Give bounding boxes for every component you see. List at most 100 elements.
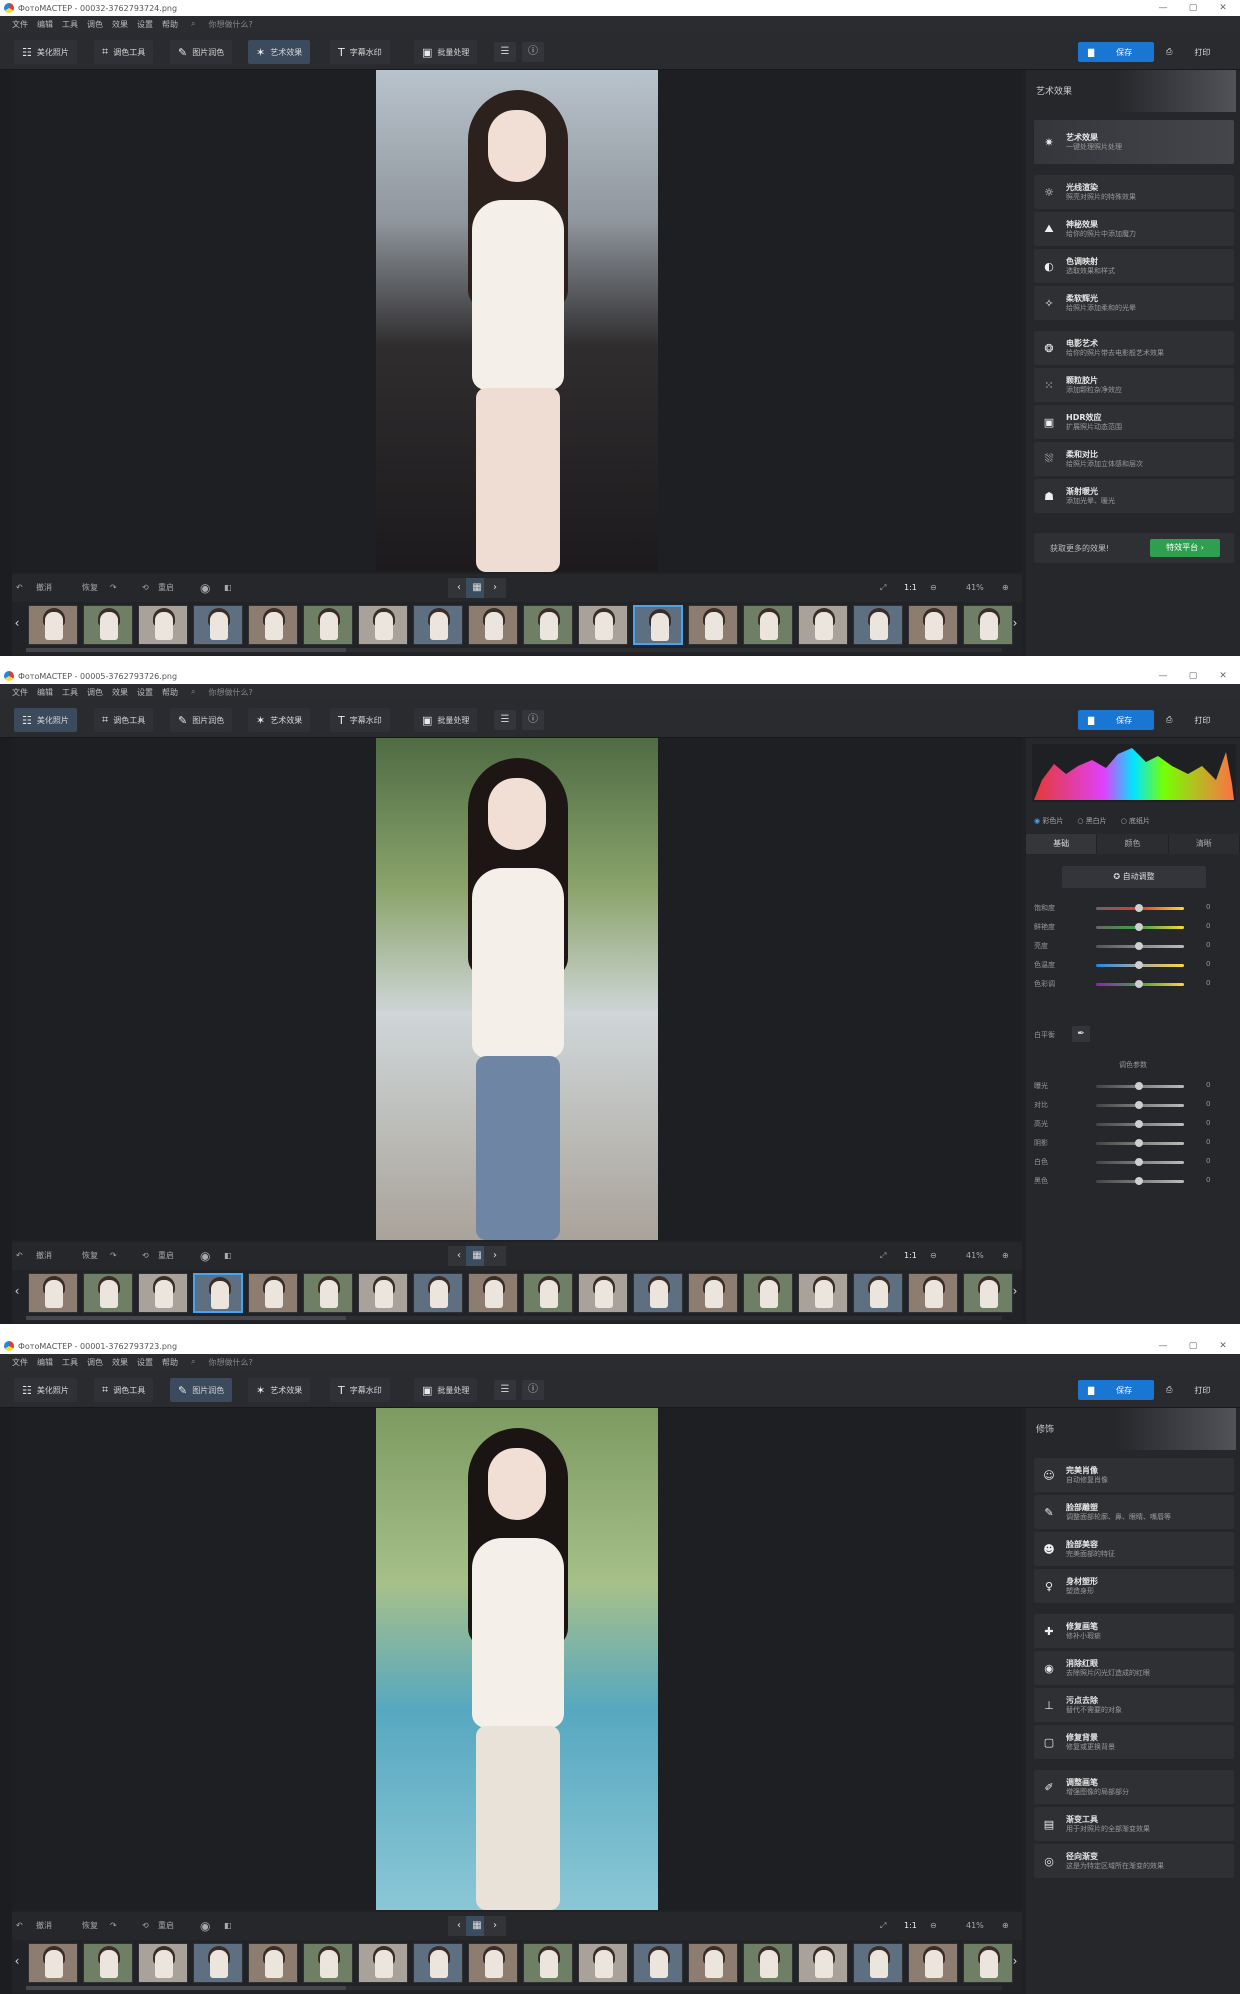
filmstrip-thumbnail[interactable]: [963, 1273, 1013, 1313]
filmstrip-left-arrow[interactable]: ‹: [12, 1284, 22, 1298]
batch-settings-icon[interactable]: ☰: [494, 710, 516, 730]
undo-icon[interactable]: ↶: [16, 581, 23, 595]
adjust-slider[interactable]: 鲜艳度 0: [1034, 921, 1234, 933]
filmstrip-thumbnail[interactable]: [193, 605, 243, 645]
maximize-icon[interactable]: ▢: [1178, 0, 1208, 16]
zoom-in-icon[interactable]: ⊕: [1002, 1919, 1009, 1933]
filmstrip-thumbnail[interactable]: [28, 1273, 78, 1313]
next-photo-button[interactable]: ›: [484, 1246, 506, 1266]
filmstrip-thumbnail[interactable]: [688, 1273, 738, 1313]
fit-screen-icon[interactable]: ⤢: [880, 581, 886, 595]
zoom-out-icon[interactable]: ⊖: [930, 1919, 937, 1933]
close-icon[interactable]: ✕: [1208, 1338, 1238, 1354]
menu-item[interactable]: 文件: [12, 19, 28, 30]
adjust-slider[interactable]: 饱和度 0: [1034, 902, 1234, 914]
filmstrip-thumbnail[interactable]: [303, 1943, 353, 1983]
adjust-slider[interactable]: 高光 0: [1034, 1118, 1234, 1130]
image-canvas[interactable]: [12, 70, 1022, 572]
filmstrip-thumbnail[interactable]: [468, 605, 518, 645]
filmstrip-thumbnail[interactable]: [358, 1943, 408, 1983]
filmstrip-thumbnail[interactable]: [468, 1273, 518, 1313]
panel-tool-item[interactable]: ❂ 电影艺术 给你的照片带去电影般艺术效果: [1034, 331, 1234, 365]
tab-magic-wand[interactable]: ✶ 艺术效果: [248, 40, 311, 64]
slider-knob[interactable]: [1135, 923, 1143, 931]
filmstrip-left-arrow[interactable]: ‹: [12, 1954, 22, 1968]
preview-eye-icon[interactable]: ◉: [200, 1249, 210, 1263]
filmstrip-thumbnail[interactable]: [908, 1273, 958, 1313]
filmstrip-thumbnail[interactable]: [138, 605, 188, 645]
filmstrip-thumbnail[interactable]: [413, 605, 463, 645]
filmstrip-left-arrow[interactable]: ‹: [12, 616, 22, 630]
panel-tool-item[interactable]: ✎ 脸部雕塑 调整面部轮廓、鼻、眼睛、嘴唇等: [1034, 1495, 1234, 1529]
scroll-thumb[interactable]: [26, 1316, 346, 1320]
slider-knob[interactable]: [1135, 1082, 1143, 1090]
menu-item[interactable]: 编辑: [37, 19, 53, 30]
undo-label[interactable]: 撤消: [36, 581, 52, 595]
search-input[interactable]: 你想做什么?: [208, 1357, 252, 1368]
adjust-slider[interactable]: 色温度 0: [1034, 959, 1234, 971]
filmstrip-scrollbar[interactable]: [26, 1316, 1002, 1320]
panel-tool-item[interactable]: ◎ 径向渐变 这是为特定区域所在渐变的效果: [1034, 1844, 1234, 1878]
menu-item[interactable]: 调色: [87, 1357, 103, 1368]
panel-tool-item[interactable]: ✷ 艺术效果 一键处理照片处理: [1034, 120, 1234, 164]
adjust-slider[interactable]: 色彩调 0: [1034, 978, 1234, 990]
print-button[interactable]: ⎙ 打印: [1160, 1380, 1234, 1400]
zoom-value[interactable]: 41%: [966, 581, 984, 595]
filmstrip-thumbnail[interactable]: [358, 605, 408, 645]
menu-item[interactable]: 工具: [62, 687, 78, 698]
image-canvas[interactable]: [12, 738, 1022, 1240]
tab-image[interactable]: ▣ 批量处理: [414, 1378, 478, 1402]
filmstrip-thumbnail[interactable]: [523, 1943, 573, 1983]
filmstrip-thumbnail[interactable]: [138, 1273, 188, 1313]
save-button[interactable]: ▇ 保存: [1078, 710, 1154, 730]
color-mode-radio[interactable]: 黑白片: [1077, 816, 1107, 826]
enhance-tab[interactable]: 清晰: [1168, 834, 1240, 854]
panel-tool-item[interactable]: ⛰ 神秘效果 给你的照片中添加魔力: [1034, 212, 1234, 246]
reset-icon[interactable]: ⟲: [142, 1919, 149, 1933]
filmstrip-thumbnail[interactable]: [83, 1943, 133, 1983]
filmstrip-thumbnail[interactable]: [633, 1273, 683, 1313]
preview-eye-icon[interactable]: ◉: [200, 581, 210, 595]
filmstrip-thumbnail[interactable]: [28, 605, 78, 645]
undo-label[interactable]: 撤消: [36, 1919, 52, 1933]
tab-image[interactable]: ▣ 批量处理: [414, 40, 478, 64]
zoom-out-icon[interactable]: ⊖: [930, 1249, 937, 1263]
restore-label[interactable]: 重启: [158, 1919, 174, 1933]
zoom-in-icon[interactable]: ⊕: [1002, 581, 1009, 595]
filmstrip-thumbnail[interactable]: [358, 1273, 408, 1313]
print-button[interactable]: ⎙ 打印: [1160, 42, 1234, 62]
menu-item[interactable]: 帮助: [162, 19, 178, 30]
filmstrip-thumbnail[interactable]: [248, 1943, 298, 1983]
fit-screen-icon[interactable]: ⤢: [880, 1249, 886, 1263]
menu-item[interactable]: 设置: [137, 687, 153, 698]
panel-tool-item[interactable]: ☗ 渐射暖光 添加光晕、暖光: [1034, 479, 1234, 513]
tab-sliders[interactable]: ☷ 美化照片: [14, 40, 77, 64]
panel-tool-item[interactable]: ✚ 修复画笔 修补小瑕疵: [1034, 1614, 1234, 1648]
filmstrip-thumbnail[interactable]: [853, 605, 903, 645]
redo-icon[interactable]: ↷: [110, 1919, 117, 1933]
tab-crop[interactable]: ⌗ 调色工具: [94, 40, 154, 64]
reset-icon[interactable]: ⟲: [142, 581, 149, 595]
filmstrip-thumbnail[interactable]: [743, 1273, 793, 1313]
filmstrip-thumbnail[interactable]: [468, 1943, 518, 1983]
tab-crop[interactable]: ⌗ 调色工具: [94, 1378, 154, 1402]
panel-tool-item[interactable]: ◉ 消除红眼 去除照片闪光灯造成的红眼: [1034, 1651, 1234, 1685]
slider-knob[interactable]: [1135, 942, 1143, 950]
tab-sliders[interactable]: ☷ 美化照片: [14, 708, 77, 732]
zoom-out-icon[interactable]: ⊖: [930, 581, 937, 595]
slider-knob[interactable]: [1135, 961, 1143, 969]
filmstrip-thumbnail[interactable]: [303, 605, 353, 645]
menu-item[interactable]: 设置: [137, 19, 153, 30]
undo-icon[interactable]: ↶: [16, 1249, 23, 1263]
filmstrip-thumbnail[interactable]: [303, 1273, 353, 1313]
effects-store-button[interactable]: 特效平台 ›: [1150, 539, 1220, 557]
filmstrip-thumbnail[interactable]: [688, 1943, 738, 1983]
close-icon[interactable]: ✕: [1208, 0, 1238, 16]
print-button[interactable]: ⎙ 打印: [1160, 710, 1234, 730]
adjust-slider[interactable]: 亮度 0: [1034, 940, 1234, 952]
minimize-icon[interactable]: —: [1148, 1338, 1178, 1354]
filmstrip-thumbnail[interactable]: [413, 1273, 463, 1313]
minimize-icon[interactable]: —: [1148, 668, 1178, 684]
filmstrip-scrollbar[interactable]: [26, 1986, 1002, 1990]
filmstrip-thumbnail[interactable]: [633, 1943, 683, 1983]
